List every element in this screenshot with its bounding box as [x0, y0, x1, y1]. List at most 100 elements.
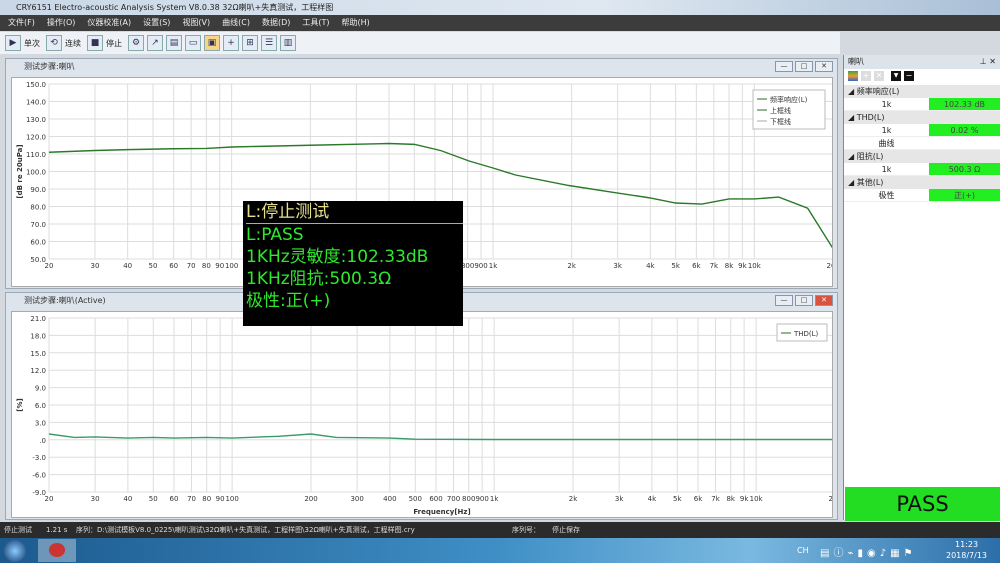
thd-chart: -9.0-6.0-3.0.03.06.09.012.015.018.021.02… — [11, 311, 833, 518]
status-save: 停止保存 — [552, 526, 580, 534]
menu-curve[interactable]: 曲线(C) — [222, 18, 250, 27]
document-icon[interactable]: ▤ — [166, 35, 182, 51]
play-icon[interactable]: ▶ — [5, 35, 21, 51]
polarity-readout: 极性:正(+) — [246, 291, 331, 311]
add-chart-icon[interactable]: ⊞ — [242, 35, 258, 51]
single-button[interactable]: 单次 — [24, 38, 40, 49]
y-tick-label: 3.0 — [35, 419, 46, 427]
section-header[interactable]: ◢ 阻抗(L) — [844, 150, 1000, 163]
tray-icons[interactable]: ▤ⓘ⌁▮◉♪▦⚑ — [820, 544, 917, 559]
y-tick-label: .0 — [39, 437, 46, 445]
y-tick-label: 140.0 — [26, 99, 46, 107]
continuous-button[interactable]: 连续 — [65, 38, 81, 49]
pass-indicator: PASS — [845, 487, 1000, 521]
collapse-icon[interactable]: − — [904, 71, 914, 81]
x-tick-label: 20k — [827, 262, 833, 270]
save-icon[interactable]: ▣ — [204, 35, 220, 51]
menu-help[interactable]: 帮助(H) — [342, 18, 370, 27]
chart-icon[interactable]: ↗ — [147, 35, 163, 51]
status-serial: 序列号： — [512, 526, 540, 534]
result-row: 极性 正(+) — [844, 189, 1000, 202]
stop-icon[interactable]: ■ — [87, 35, 103, 51]
x-tick-label: 100 — [225, 262, 238, 270]
y-tick-label: -3.0 — [32, 454, 46, 462]
row-value: 正(+) — [929, 189, 1000, 201]
menu-tools[interactable]: 工具(T) — [302, 18, 329, 27]
tile-vertical-icon[interactable]: ▥ — [280, 35, 296, 51]
result-overlay: L:停止测试 L:PASS 1KHz灵敏度:102.33dB 1KHz阻抗:50… — [243, 201, 463, 326]
tile-horizontal-icon[interactable]: ☰ — [261, 35, 277, 51]
x-tick-label: 20 — [45, 262, 54, 270]
x-tick-label: 8k — [725, 262, 734, 270]
y-tick-label: 100.0 — [26, 169, 46, 177]
taskbar: CH ▤ⓘ⌁▮◉♪▦⚑ 11:23 2018/7/13 — [0, 538, 1000, 563]
panel-title: 喇叭 — [848, 57, 864, 66]
clock-time[interactable]: 11:23 — [955, 540, 978, 549]
row-value: 500.3 Ω — [929, 163, 1000, 175]
minimize-button[interactable]: — — [775, 295, 793, 306]
legend-label: 下框线 — [770, 117, 791, 126]
panel-toolbar: + ✕ ▼ − — [844, 69, 1000, 85]
status-bar: 停止测试 1.21 s 序列：D:\测试模板V8.0_0225\喇叭测试\32Ω… — [0, 522, 1000, 538]
menu-data[interactable]: 数据(D) — [262, 18, 290, 27]
x-tick-label: 4k — [648, 495, 657, 503]
maximize-button[interactable]: □ — [795, 295, 813, 306]
menu-file[interactable]: 文件(F) — [8, 18, 35, 27]
x-tick-label: 80 — [202, 262, 211, 270]
panel-header: 喇叭 ⊥ ✕ — [844, 55, 1000, 69]
x-tick-label: 7k — [711, 495, 720, 503]
menu-settings[interactable]: 设置(S) — [143, 18, 170, 27]
x-tick-label: 90 — [216, 495, 225, 503]
pin-close-icon[interactable]: ⊥ ✕ — [980, 55, 996, 69]
menu-calibrate[interactable]: 仪器校准(A) — [87, 18, 131, 27]
x-tick-label: 70 — [187, 495, 196, 503]
x-tick-label: 900 — [475, 495, 488, 503]
x-tick-label: 10k — [750, 495, 764, 503]
delete-icon[interactable]: ✕ — [874, 71, 884, 81]
test-status: L:停止测试 — [246, 201, 463, 224]
start-button[interactable] — [4, 540, 26, 562]
clock-date[interactable]: 2018/7/13 — [946, 551, 987, 560]
open-folder-icon[interactable]: ▭ — [185, 35, 201, 51]
color-icon[interactable] — [848, 71, 858, 81]
minimize-button[interactable]: — — [775, 61, 793, 72]
y-tick-label: 120.0 — [26, 134, 46, 142]
add-icon[interactable]: + — [861, 71, 871, 81]
status-sequence: 序列：D:\测试模板V8.0_0225\喇叭测试\32Ω喇叭+失真测试，工程样图… — [76, 526, 415, 534]
x-tick-label: 20 — [45, 495, 54, 503]
row-key: 1k — [881, 165, 892, 174]
row-value: 102.33 dB — [929, 98, 1000, 110]
expand-icon[interactable]: ▼ — [891, 71, 901, 81]
taskbar-app-button[interactable] — [38, 539, 76, 562]
window-title: CRY6151 Electro-acoustic Analysis System… — [16, 3, 334, 12]
toolbar: ▶ 单次 ⟲ 连续 ■ 停止 ⚙ ↗ ▤ ▭ ▣ + ⊞ ☰ ▥ — [0, 32, 840, 54]
maximize-button[interactable]: □ — [795, 61, 813, 72]
language-indicator[interactable]: CH — [797, 546, 809, 555]
section-title: 其他(L) — [856, 178, 884, 187]
loop-icon[interactable]: ⟲ — [46, 35, 62, 51]
row-key: 极性 — [878, 191, 895, 200]
settings-icon[interactable]: ⚙ — [128, 35, 144, 51]
x-tick-label: 800 — [462, 495, 475, 503]
test-result: L:PASS — [246, 225, 304, 245]
y-tick-label: 150.0 — [26, 81, 46, 89]
section-header[interactable]: ◢ 频率响应(L) — [844, 85, 1000, 98]
row-key: 1k — [881, 100, 892, 109]
x-tick-label: 50 — [149, 262, 158, 270]
x-tick-label: 1k — [489, 262, 498, 270]
row-value — [929, 137, 1000, 149]
close-button[interactable]: ✕ — [815, 61, 833, 72]
y-tick-label: 21.0 — [30, 315, 46, 323]
row-key: 曲线 — [878, 139, 895, 148]
new-window-icon[interactable]: + — [223, 35, 239, 51]
y-tick-label: 18.0 — [30, 332, 46, 340]
result-row: 1k 500.3 Ω — [844, 163, 1000, 176]
x-axis-label: Frequency[Hz] — [413, 508, 470, 516]
section-header[interactable]: ◢ THD(L) — [844, 111, 1000, 124]
x-tick-label: 60 — [169, 262, 178, 270]
stop-button[interactable]: 停止 — [106, 38, 122, 49]
menu-view[interactable]: 视图(V) — [182, 18, 210, 27]
close-button[interactable]: ✕ — [815, 295, 833, 306]
section-header[interactable]: ◢ 其他(L) — [844, 176, 1000, 189]
menu-operate[interactable]: 操作(O) — [47, 18, 76, 27]
